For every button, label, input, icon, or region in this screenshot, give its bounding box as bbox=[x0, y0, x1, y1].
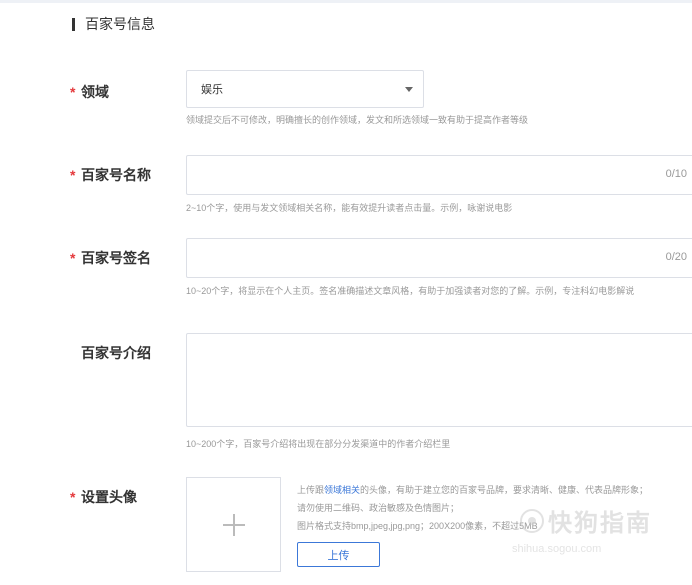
domain-select-value: 娱乐 bbox=[201, 84, 223, 96]
required-marker: * bbox=[70, 167, 76, 183]
name-label-text: 百家号名称 bbox=[81, 167, 151, 183]
top-divider bbox=[0, 0, 692, 3]
signature-hint: 10~20个字，将显示在个人主页。签名准确描述文章风格，有助于加强读者对您的了解… bbox=[186, 286, 635, 296]
name-input[interactable]: 0/10 bbox=[186, 155, 692, 195]
chevron-down-icon bbox=[405, 87, 413, 92]
intro-label: * 百家号介绍 bbox=[70, 343, 151, 363]
domain-related-link[interactable]: 领域相关 bbox=[324, 485, 360, 495]
upload-button[interactable]: 上传 bbox=[297, 542, 380, 567]
intro-hint: 10~200个字，百家号介绍将出现在部分分发渠道中的作者介绍栏里 bbox=[186, 439, 451, 449]
avatar-desc-line1: 上传跟领域相关的头像，有助于建立您的百家号品牌，要求清晰、健康、代表品牌形象； bbox=[297, 485, 649, 495]
intro-label-text: 百家号介绍 bbox=[81, 345, 151, 361]
watermark-logo-icon bbox=[520, 508, 544, 533]
name-hint: 2~10个字，使用与发文领域相关名称，能有效提升读者点击量。示例，咏谢说电影 bbox=[186, 203, 513, 213]
avatar-upload-area[interactable] bbox=[186, 477, 281, 572]
required-marker: * bbox=[70, 489, 76, 505]
domain-select[interactable]: 娱乐 bbox=[186, 70, 424, 108]
domain-label: * 领域 bbox=[70, 82, 109, 102]
watermark-text: 快狗指南 bbox=[548, 510, 652, 537]
watermark: 快狗指南 bbox=[520, 503, 652, 538]
domain-hint: 领域提交后不可修改，明确擅长的创作领域，发文和所选领域一致有助于提高作者等级 bbox=[186, 115, 529, 125]
section-header: 百家号信息 bbox=[72, 15, 155, 33]
name-label: * 百家号名称 bbox=[70, 165, 151, 185]
signature-char-count: 0/20 bbox=[665, 251, 687, 263]
signature-input[interactable]: 0/20 bbox=[186, 238, 692, 278]
signature-label-text: 百家号签名 bbox=[81, 250, 151, 266]
signature-label: * 百家号签名 bbox=[70, 248, 151, 268]
avatar-label: * 设置头像 bbox=[70, 487, 137, 507]
intro-textarea[interactable] bbox=[186, 333, 692, 427]
watermark-url: shihua.sogou.com bbox=[512, 543, 602, 555]
section-marker bbox=[72, 17, 75, 31]
required-marker: * bbox=[70, 84, 76, 100]
section-title: 百家号信息 bbox=[85, 16, 155, 32]
name-char-count: 0/10 bbox=[665, 168, 687, 180]
avatar-label-text: 设置头像 bbox=[81, 489, 137, 505]
required-marker: * bbox=[70, 250, 76, 266]
domain-label-text: 领域 bbox=[81, 84, 109, 100]
